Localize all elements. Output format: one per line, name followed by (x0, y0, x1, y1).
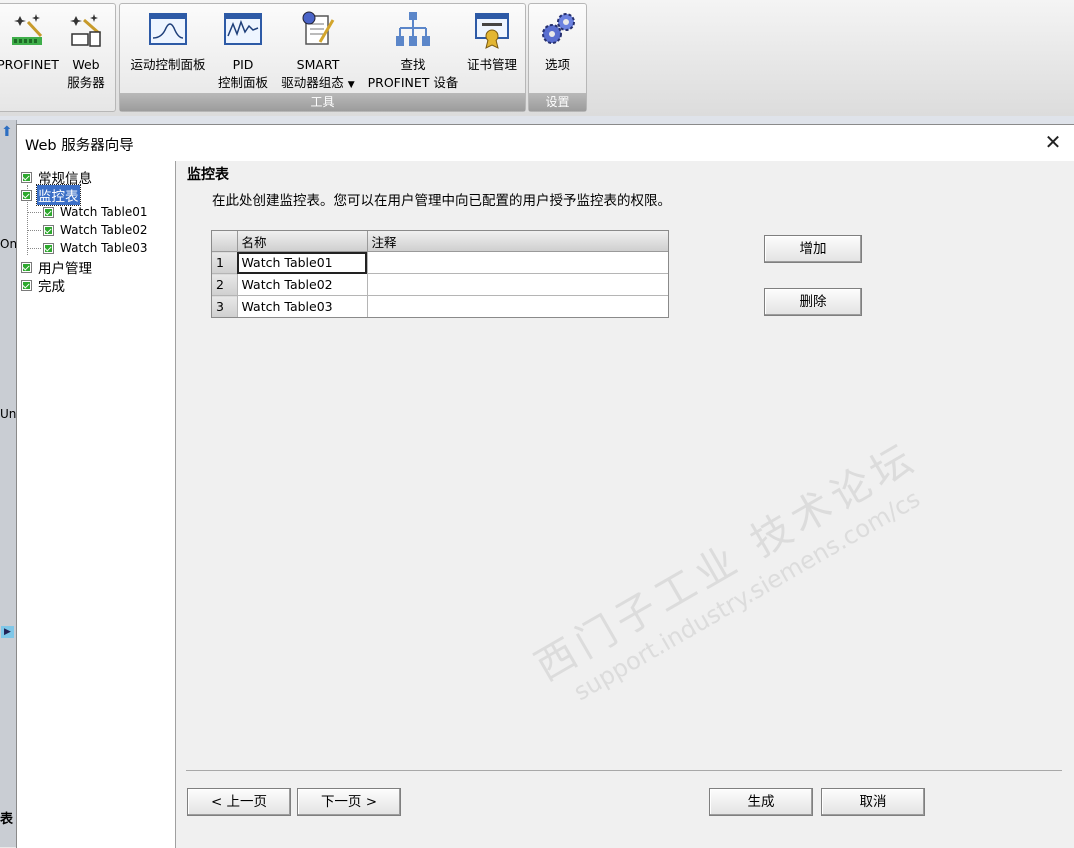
ribbon-group-settings: 选项 设置 (528, 3, 587, 112)
smart-label-line2: 驱动器组态 ▼ (281, 75, 355, 90)
nav-item-label: 监控表 (36, 184, 81, 206)
row-number: 3 (212, 295, 238, 317)
generate-button[interactable]: 生成 (709, 788, 813, 816)
nav-item-label: Watch Table01 (60, 205, 148, 219)
row-number: 1 (212, 251, 238, 274)
checkbox-checked-icon (21, 279, 32, 291)
gears-icon (541, 13, 575, 44)
checkbox-checked-icon (43, 206, 54, 218)
smart-drive-config-button[interactable]: SMART 驱动器组态 ▼ (274, 8, 362, 94)
checkbox-checked-icon (21, 189, 32, 201)
nav-item-user-management[interactable]: 用户管理 (21, 257, 93, 277)
nav-item-watch-table03[interactable]: Watch Table03 (43, 241, 148, 255)
nav-item-watch-tables[interactable]: 监控表 (21, 184, 81, 206)
table-row[interactable]: 1 Watch Table01 (212, 251, 668, 274)
comment-cell[interactable] (367, 296, 668, 318)
previous-page-button[interactable]: < 上一页 (187, 788, 291, 816)
options-button[interactable]: 选项 (531, 8, 584, 74)
dropdown-arrow-icon[interactable]: ▼ (348, 80, 355, 90)
bg-fragment-on: On (0, 237, 18, 251)
ribbon-group-tools: 运动控制面板 PID 控制面板 SMART 驱动器组态 ▼ 查找 PROFINE… (119, 3, 526, 112)
profinet-wand-icon (12, 14, 43, 45)
section-description: 在此处创建监控表。您可以在用户管理中向已配置的用户授予监控表的权限。 (212, 193, 671, 209)
profinet-wizard-button[interactable]: PROFINET (0, 8, 59, 74)
row-number-header (212, 231, 238, 252)
bg-fragment-table: 表 (0, 812, 14, 827)
section-title: 监控表 (187, 167, 229, 183)
certificate-label: 证书管理 (466, 57, 517, 72)
motion-control-panel-button[interactable]: 运动控制面板 (124, 8, 212, 74)
comment-cell[interactable] (367, 273, 668, 296)
profinet-label: PROFINET (0, 57, 59, 72)
name-cell[interactable]: Watch Table01 (237, 251, 368, 274)
motion-control-label: 运动控制面板 (130, 57, 206, 72)
nav-item-label: 用户管理 (38, 261, 92, 277)
delete-button[interactable]: 删除 (764, 288, 862, 316)
dialog-titlebar: Web 服务器向导 ✕ (17, 125, 1074, 161)
table-row[interactable]: 3 Watch Table03 (212, 295, 668, 318)
web-server-wizard-button[interactable]: Web 服务器 (61, 8, 111, 92)
left-background-strip: ⬆ On Un ▶ 表 (0, 120, 17, 847)
motion-chart-icon (149, 13, 187, 45)
close-icon[interactable]: ✕ (1041, 130, 1065, 154)
name-cell[interactable]: Watch Table03 (237, 295, 368, 317)
settings-group-label: 设置 (529, 93, 586, 111)
wizard-nav-tree: 常规信息 监控表 Watch Table01 Watch Table02 Wat… (17, 161, 176, 848)
ribbon-group-wizards: PROFINET Web 服务器 (0, 3, 116, 112)
web-server-wizard-dialog: Web 服务器向导 ✕ 常规信息 监控表 Watch Table01 Watch… (16, 124, 1074, 848)
drive-config-icon (302, 11, 335, 45)
pid-chart-icon (224, 13, 262, 45)
ribbon-toolbar: PROFINET Web 服务器 运动控制面板 PID 控制面板 SMART 驱… (0, 0, 1074, 117)
certificate-icon (475, 13, 509, 49)
row-number: 2 (212, 273, 238, 296)
column-header-name: 名称 (237, 231, 368, 252)
checkbox-checked-icon (43, 242, 54, 254)
tree-line (27, 248, 41, 249)
nav-item-label: 常规信息 (38, 171, 92, 187)
dialog-title: Web 服务器向导 (25, 138, 134, 154)
cancel-button[interactable]: 取消 (821, 788, 925, 816)
smart-label-line1: SMART (296, 57, 340, 72)
certificate-management-button[interactable]: 证书管理 (462, 8, 522, 74)
web-label-line2: 服务器 (67, 75, 105, 90)
options-label: 选项 (544, 57, 570, 72)
wizard-content: 监控表 在此处创建监控表。您可以在用户管理中向已配置的用户授予监控表的权限。 名… (176, 161, 1074, 848)
checkbox-checked-icon (21, 171, 32, 183)
nav-item-watch-table01[interactable]: Watch Table01 (43, 205, 148, 219)
find-label-line2: PROFINET 设备 (367, 75, 459, 90)
tree-line (27, 212, 41, 213)
web-label-line1: Web (72, 57, 100, 72)
nav-item-general-info[interactable]: 常规信息 (21, 167, 93, 187)
web-server-wand-icon (70, 14, 101, 47)
add-button[interactable]: 增加 (764, 235, 862, 263)
tree-line (27, 230, 41, 231)
nav-item-watch-table02[interactable]: Watch Table02 (43, 223, 148, 237)
pid-label-line2: 控制面板 (217, 75, 268, 90)
network-tree-icon (396, 12, 430, 46)
comment-cell[interactable] (367, 251, 668, 274)
checkbox-checked-icon (43, 224, 54, 236)
pid-control-panel-button[interactable]: PID 控制面板 (214, 8, 272, 92)
name-cell[interactable]: Watch Table02 (237, 273, 368, 296)
next-page-button[interactable]: 下一页 > (297, 788, 401, 816)
find-label-line1: 查找 (400, 57, 426, 72)
column-header-comment: 注释 (367, 231, 668, 252)
find-profinet-devices-button[interactable]: 查找 PROFINET 设备 (364, 8, 462, 92)
nav-item-label: Watch Table02 (60, 223, 148, 237)
tools-group-label: 工具 (120, 93, 525, 111)
table-row[interactable]: 2 Watch Table02 (212, 273, 668, 296)
watermark-url: support.industry.siemens.com/cs (568, 484, 925, 707)
pid-label-line1: PID (232, 57, 254, 72)
nav-item-label: 完成 (38, 279, 65, 295)
bg-fragment-un: Un (0, 407, 17, 421)
nav-item-label: Watch Table03 (60, 241, 148, 255)
checkbox-checked-icon (21, 261, 32, 273)
nav-item-finish[interactable]: 完成 (21, 275, 66, 295)
watermark: 西门子工业 技术论坛 support.industry.siemens.com/… (523, 432, 930, 716)
up-arrow-icon[interactable]: ⬆ (1, 124, 13, 140)
watch-table-grid: 名称 注释 1 Watch Table01 2 Watch Table02 3 … (211, 230, 669, 318)
watermark-text: 西门子工业 技术论坛 (527, 434, 926, 691)
footer-separator (186, 770, 1062, 771)
bg-play-icon[interactable]: ▶ (1, 626, 14, 638)
